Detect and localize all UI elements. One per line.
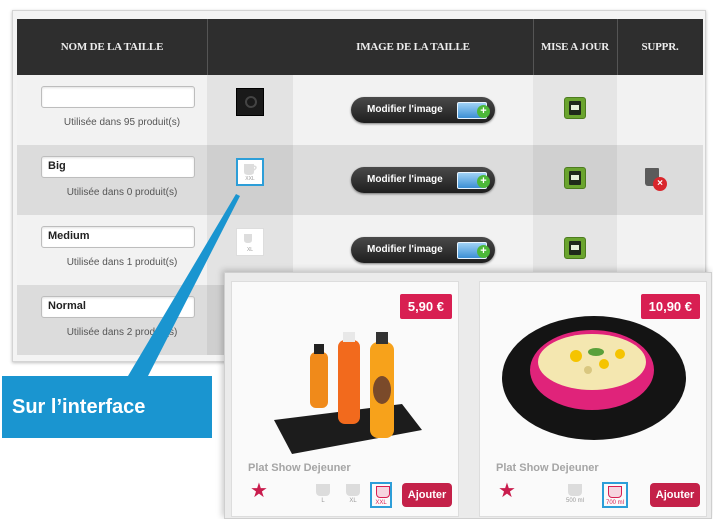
size-option-selected[interactable]: XXL xyxy=(370,482,392,508)
product-name: Plat Show Dejeuner xyxy=(496,462,599,474)
price-tag: 10,90 € xyxy=(640,294,700,319)
product-name: Plat Show Dejeuner xyxy=(248,462,351,474)
interface-callout: Sur l’interface xyxy=(2,376,212,438)
size-option[interactable]: XL xyxy=(342,482,364,508)
size-option[interactable]: L xyxy=(312,482,334,508)
product-card: 5,90 € Plat Show Dejeuner ★ L XL XXL Ajo… xyxy=(231,281,459,517)
add-to-cart-button[interactable]: Ajouter xyxy=(402,483,452,507)
favorite-star-icon[interactable]: ★ xyxy=(250,481,268,501)
add-to-cart-button[interactable]: Ajouter xyxy=(650,483,700,507)
favorite-star-icon[interactable]: ★ xyxy=(498,481,516,501)
size-option-selected[interactable]: 700 ml xyxy=(602,482,628,508)
shop-preview: 5,90 € Plat Show Dejeuner ★ L XL XXL Ajo… xyxy=(224,272,712,519)
product-card: 10,90 € Plat Show Dejeuner ★ 500 ml 700 … xyxy=(479,281,707,517)
price-tag: 5,90 € xyxy=(399,294,452,319)
size-option[interactable]: 500 ml xyxy=(564,482,586,508)
